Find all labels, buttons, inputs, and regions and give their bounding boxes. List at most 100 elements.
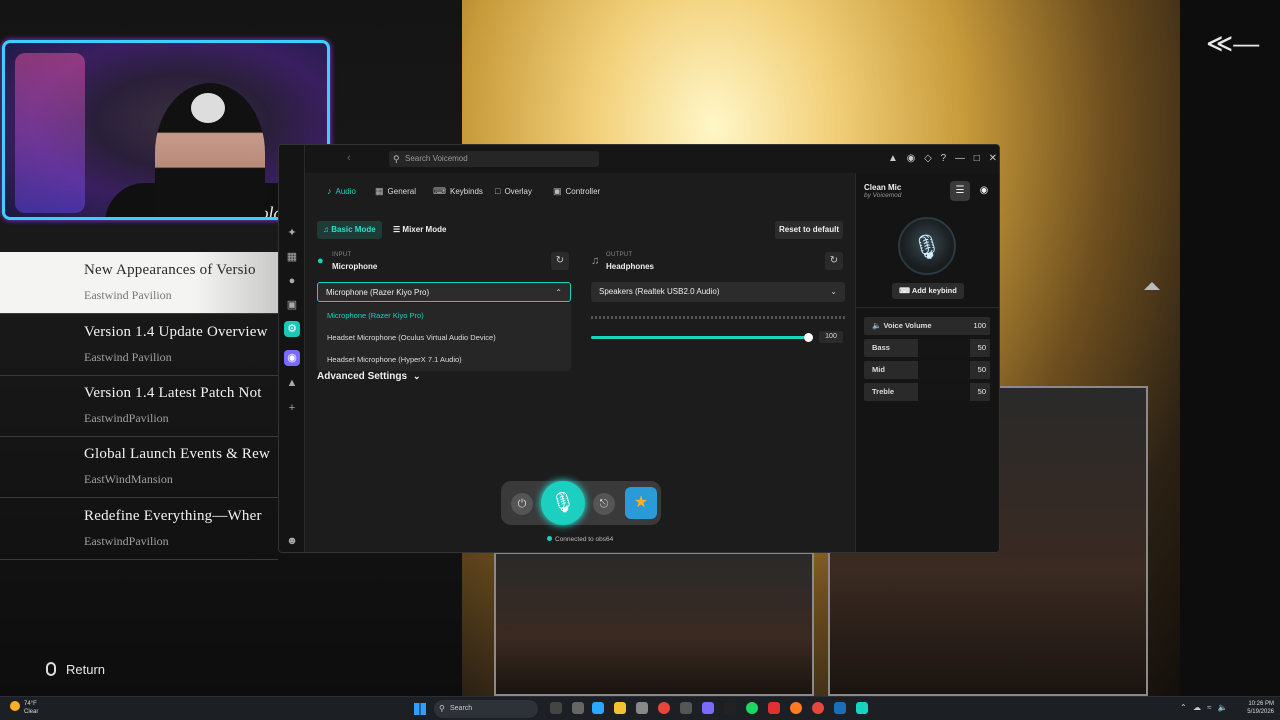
help-icon[interactable]: ?: [941, 153, 947, 164]
slider-handle[interactable]: [804, 333, 813, 342]
add-icon[interactable]: +: [284, 400, 300, 416]
account-icon[interactable]: ☻: [284, 533, 300, 549]
app-icon[interactable]: ◉: [284, 350, 300, 366]
store-icon[interactable]: ▣: [284, 297, 300, 313]
news-item[interactable]: Global Launch Events & Rew EastWindMansi…: [0, 436, 278, 498]
store-app-icon[interactable]: [636, 702, 648, 714]
dropdown-option[interactable]: Headset Microphone (Oculus Virtual Audio…: [327, 333, 496, 342]
volume-icon[interactable]: 🔈: [1218, 703, 1228, 712]
fx-value[interactable]: 50: [978, 339, 986, 357]
refresh-output-button[interactable]: ↻: [825, 252, 843, 270]
chevron-up-icon: ⌃: [555, 288, 562, 297]
chevron-up-icon[interactable]: ⌃: [1180, 703, 1187, 712]
taskbar-search[interactable]: ⚲ Search: [434, 700, 538, 718]
opera-icon[interactable]: [768, 702, 780, 714]
fx-slider[interactable]: [918, 339, 970, 357]
voicemod-taskbar-icon[interactable]: [856, 702, 868, 714]
tab-overlay[interactable]: □ Overlay: [495, 181, 532, 201]
reset-to-default-button[interactable]: Reset to default: [775, 221, 843, 239]
hear-myself-icon[interactable]: ⎋: [593, 493, 615, 515]
scroll-up-icon[interactable]: [1144, 282, 1160, 290]
mid-control[interactable]: Mid 50: [864, 361, 990, 379]
app-icon[interactable]: [680, 702, 692, 714]
voicemod-window: ✦ ▦ ● ▣ ⚙ ◉ ▲ + ☻ ‹ ⚲ Search Voicemod ▲ …: [278, 144, 1000, 553]
fx-value[interactable]: 50: [978, 383, 986, 401]
file-explorer-icon[interactable]: [614, 702, 626, 714]
tab-controller[interactable]: ▣ Controller: [553, 181, 600, 201]
close-icon[interactable]: ✕: [989, 153, 997, 164]
minimize-icon[interactable]: —: [955, 153, 965, 164]
voice-name: Clean Mic: [864, 183, 902, 192]
pro-icon[interactable]: ◇: [924, 153, 932, 164]
voice-volume-label: Voice Volume: [883, 321, 932, 330]
network-icon[interactable]: ≈: [1207, 703, 1211, 712]
chevron-down-icon: ⌄: [413, 371, 421, 381]
add-keybind-button[interactable]: ⌨ Add keybind: [892, 283, 964, 299]
cloud-icon[interactable]: ☁: [1193, 703, 1201, 712]
status-dot: [547, 536, 552, 541]
dropdown-option[interactable]: Microphone (Razer Kiyo Pro): [327, 311, 424, 320]
news-item[interactable]: New Appearances of Versio Eastwind Pavil…: [0, 252, 278, 314]
bass-control[interactable]: Bass 50: [864, 339, 990, 357]
output-volume-slider[interactable]: [591, 336, 809, 339]
voicebox-icon[interactable]: ✦: [284, 225, 300, 241]
news-item[interactable]: Redefine Everything—Wher EastwindPavilio…: [0, 498, 278, 560]
news-source: EastwindPavilion: [84, 411, 169, 425]
clock[interactable]: 10:26 PM 5/19/2026: [1240, 700, 1274, 716]
chrome-icon[interactable]: [658, 702, 670, 714]
nav-back-icon[interactable]: ‹: [347, 152, 351, 164]
news-source: Eastwind Pavilion: [84, 288, 172, 302]
fx-value[interactable]: 100: [973, 317, 986, 335]
dropdown-option[interactable]: Headset Microphone (HyperX 7.1 Audio): [327, 355, 462, 364]
artwork-card-left[interactable]: [494, 552, 814, 696]
notification-icon[interactable]: ▲: [888, 153, 898, 164]
power-icon[interactable]: ⏻: [511, 493, 533, 515]
tab-audio[interactable]: ♪ Audio: [327, 181, 356, 201]
tab-keybinds[interactable]: ⌨ Keybinds: [433, 181, 483, 201]
advanced-settings-toggle[interactable]: Advanced Settings ⌄: [317, 371, 421, 382]
discord-taskbar-icon[interactable]: [702, 702, 714, 714]
voice-toggle-icon[interactable]: ◉: [974, 181, 994, 201]
tab-general[interactable]: ▦ General: [375, 181, 416, 201]
task-view-icon[interactable]: [550, 702, 562, 714]
news-item[interactable]: Version 1.4 Update Overview Eastwind Pav…: [0, 314, 278, 376]
widgets-icon[interactable]: [572, 702, 584, 714]
spotify-icon[interactable]: [746, 702, 758, 714]
discord-icon[interactable]: ◉: [907, 153, 916, 164]
maximize-icon[interactable]: □: [974, 153, 980, 164]
steam-icon[interactable]: [834, 702, 846, 714]
microphone-toggle-icon[interactable]: 🎙: [541, 481, 585, 525]
output-volume-value[interactable]: 100: [819, 331, 843, 343]
fx-slider[interactable]: [918, 383, 970, 401]
news-title: Redefine Everything—Wher: [84, 508, 262, 524]
weather-widget[interactable]: 74°F Clear: [10, 700, 38, 716]
firefox-icon[interactable]: [790, 702, 802, 714]
mixer-mode-button[interactable]: ☰ Mixer Mode: [387, 221, 452, 239]
search-input[interactable]: ⚲ Search Voicemod: [389, 151, 599, 167]
basic-mode-button[interactable]: ♫ Basic Mode: [317, 221, 382, 239]
treble-control[interactable]: Treble 50: [864, 383, 990, 401]
back-arrow-icon[interactable]: ≪—: [1206, 28, 1259, 59]
voice-volume-control[interactable]: 🔈 Voice Volume 100: [864, 317, 990, 335]
voice-lab-icon[interactable]: ●: [284, 273, 300, 289]
fx-slider[interactable]: [918, 361, 970, 379]
return-button[interactable]: Return: [46, 662, 105, 677]
windows-start-icon[interactable]: [414, 703, 426, 715]
edge-icon[interactable]: [592, 702, 604, 714]
soundboard-icon[interactable]: ▦: [284, 249, 300, 265]
news-item[interactable]: Version 1.4 Latest Patch Not EastwindPav…: [0, 375, 278, 437]
input-device-select[interactable]: Microphone (Razer Kiyo Pro) ⌃: [317, 282, 571, 302]
settings-icon[interactable]: ⚙: [284, 321, 300, 337]
terminal-icon[interactable]: [724, 702, 736, 714]
basic-mode-label: Basic Mode: [331, 225, 376, 234]
profile-app-icon[interactable]: ▲: [284, 375, 300, 391]
mouse-icon: [46, 662, 56, 676]
output-device-select[interactable]: Speakers (Realtek USB2.0 Audio) ⌄: [591, 282, 845, 302]
current-voice-icon[interactable]: ★: [625, 487, 657, 519]
audio-icon: ♪: [327, 186, 332, 196]
fx-value[interactable]: 50: [978, 361, 986, 379]
sliders-icon[interactable]: ☰: [950, 181, 970, 201]
chrome-alt-icon[interactable]: [812, 702, 824, 714]
cap-logo: [191, 93, 225, 123]
refresh-input-button[interactable]: ↻: [551, 252, 569, 270]
